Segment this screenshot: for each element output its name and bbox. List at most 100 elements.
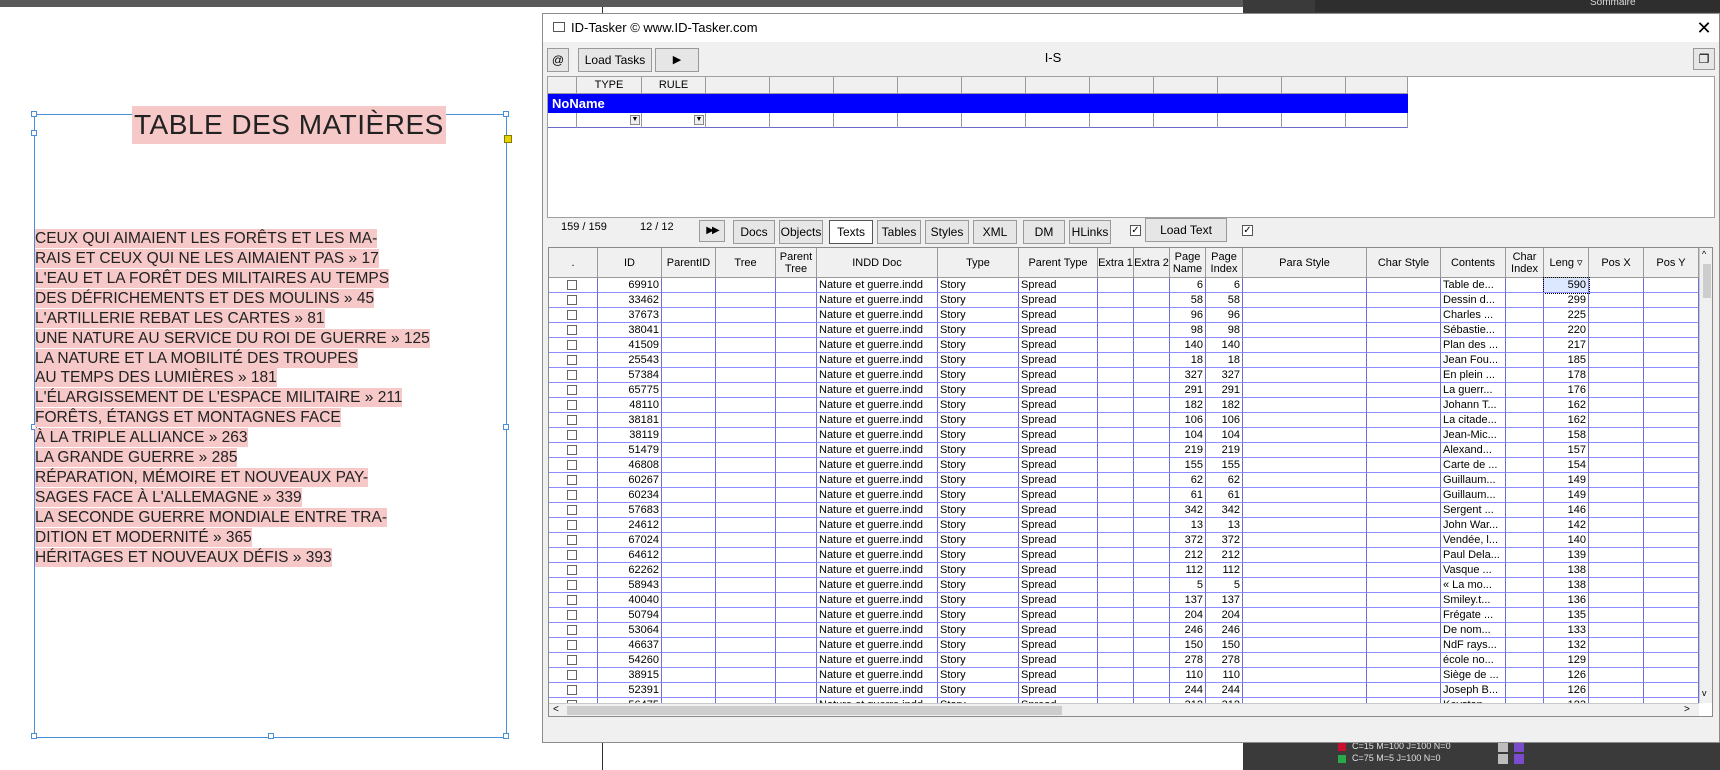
cell-pos-x[interactable] bbox=[1589, 683, 1644, 698]
cell-extra-2[interactable] bbox=[1134, 593, 1170, 608]
cell-parent-type[interactable]: Spread bbox=[1019, 653, 1098, 668]
cell-page-name[interactable]: 6 bbox=[1170, 278, 1206, 293]
cell-indd-doc[interactable]: Nature et guerre.indd bbox=[817, 293, 938, 308]
column-header-id[interactable]: ID bbox=[598, 248, 662, 278]
cell-parent-type[interactable]: Spread bbox=[1019, 383, 1098, 398]
cell-pos-y[interactable] bbox=[1644, 503, 1699, 518]
cell-parentid[interactable] bbox=[662, 293, 716, 308]
cell-char-index[interactable] bbox=[1506, 638, 1544, 653]
cell-parentid[interactable] bbox=[662, 608, 716, 623]
cell-char-index[interactable] bbox=[1506, 323, 1544, 338]
cell-type[interactable]: Story bbox=[938, 548, 1019, 563]
cell-page-name[interactable]: 62 bbox=[1170, 473, 1206, 488]
cell-page-index[interactable]: 291 bbox=[1206, 383, 1243, 398]
cell-indd-doc[interactable]: Nature et guerre.indd bbox=[817, 458, 938, 473]
rules-cell[interactable] bbox=[770, 113, 834, 128]
toc-line[interactable]: HÉRITAGES ET NOUVEAUX DÉFIS » 393 bbox=[35, 548, 332, 567]
column-header-pos-x[interactable]: Pos X bbox=[1589, 248, 1644, 278]
vertical-scrollbar[interactable]: ^ v bbox=[1699, 248, 1712, 703]
cell-page-name[interactable]: 18 bbox=[1170, 353, 1206, 368]
cell-contents[interactable]: Vasque ... bbox=[1441, 563, 1506, 578]
cell-char-style[interactable] bbox=[1367, 413, 1441, 428]
rules-cell[interactable] bbox=[706, 113, 770, 128]
toc-line[interactable]: RAIS ET CEUX QUI NE LES AIMAIENT PAS » 1… bbox=[35, 249, 379, 268]
cell-page-name[interactable]: 98 bbox=[1170, 323, 1206, 338]
cell-page-index[interactable]: 204 bbox=[1206, 608, 1243, 623]
cell-page-name[interactable]: 182 bbox=[1170, 398, 1206, 413]
row-checkbox[interactable] bbox=[567, 355, 577, 365]
cell-pos-y[interactable] bbox=[1644, 353, 1699, 368]
cell-tree[interactable] bbox=[716, 443, 776, 458]
cell-char-style[interactable] bbox=[1367, 578, 1441, 593]
table-row[interactable]: 57683 Nature et guerre.indd Story Spread 342… bbox=[549, 503, 1699, 518]
cell-char-index[interactable] bbox=[1506, 548, 1544, 563]
tab-tables[interactable]: Tables bbox=[877, 220, 921, 244]
cell-tree[interactable] bbox=[716, 593, 776, 608]
row-select[interactable] bbox=[549, 668, 598, 683]
row-select[interactable] bbox=[549, 338, 598, 353]
cell-page-name[interactable]: 140 bbox=[1170, 338, 1206, 353]
cell-para-style[interactable] bbox=[1243, 668, 1367, 683]
cell-length[interactable]: 154 bbox=[1544, 458, 1589, 473]
cell-extra-1[interactable] bbox=[1098, 578, 1134, 593]
cell-pos-y[interactable] bbox=[1644, 473, 1699, 488]
cell-parent-tree[interactable] bbox=[776, 398, 817, 413]
cell-extra-1[interactable] bbox=[1098, 683, 1134, 698]
cell-extra-1[interactable] bbox=[1098, 593, 1134, 608]
cell-parent-tree[interactable] bbox=[776, 293, 817, 308]
cell-page-index[interactable]: 13 bbox=[1206, 518, 1243, 533]
cell-length[interactable]: 142 bbox=[1544, 518, 1589, 533]
cell-indd-doc[interactable]: Nature et guerre.indd bbox=[817, 578, 938, 593]
row-checkbox[interactable] bbox=[567, 610, 577, 620]
cell-page-index[interactable]: 62 bbox=[1206, 473, 1243, 488]
cell-para-style[interactable] bbox=[1243, 473, 1367, 488]
cell-char-index[interactable] bbox=[1506, 308, 1544, 323]
cell-page-index[interactable]: 219 bbox=[1206, 443, 1243, 458]
cell-contents[interactable]: Alexand... bbox=[1441, 443, 1506, 458]
toc-line[interactable]: DES DÉFRICHEMENTS ET DES MOULINS » 45 bbox=[35, 289, 375, 308]
column-header-length[interactable]: Leng ▿ bbox=[1544, 248, 1589, 278]
rule-dropdown[interactable]: ▼ bbox=[642, 113, 706, 128]
cell-type[interactable]: Story bbox=[938, 683, 1019, 698]
column-header-parent-type[interactable]: Parent Type bbox=[1019, 248, 1098, 278]
cell-extra-1[interactable] bbox=[1098, 653, 1134, 668]
cell-pos-x[interactable] bbox=[1589, 623, 1644, 638]
cell-page-name[interactable]: 219 bbox=[1170, 443, 1206, 458]
cell-contents[interactable]: Table de... bbox=[1441, 278, 1506, 293]
row-select[interactable] bbox=[549, 578, 598, 593]
cell-extra-1[interactable] bbox=[1098, 488, 1134, 503]
row-select[interactable] bbox=[549, 458, 598, 473]
cell-extra-2[interactable] bbox=[1134, 338, 1170, 353]
table-row[interactable]: 64612 Nature et guerre.indd Story Spread 212… bbox=[549, 548, 1699, 563]
cell-char-index[interactable] bbox=[1506, 428, 1544, 443]
cell-indd-doc[interactable]: Nature et guerre.indd bbox=[817, 338, 938, 353]
cell-tree[interactable] bbox=[716, 488, 776, 503]
cell-tree[interactable] bbox=[716, 458, 776, 473]
cell-page-name[interactable]: 150 bbox=[1170, 638, 1206, 653]
cell-para-style[interactable] bbox=[1243, 608, 1367, 623]
cell-tree[interactable] bbox=[716, 683, 776, 698]
tab-hlinks[interactable]: HLinks bbox=[1069, 220, 1111, 244]
scroll-down-icon[interactable]: v bbox=[1702, 688, 1707, 698]
cell-parent-tree[interactable] bbox=[776, 653, 817, 668]
row-select[interactable] bbox=[549, 443, 598, 458]
cell-pos-x[interactable] bbox=[1589, 338, 1644, 353]
cell-length[interactable]: 299 bbox=[1544, 293, 1589, 308]
cell-parentid[interactable] bbox=[662, 578, 716, 593]
cell-contents[interactable]: Vendée, l... bbox=[1441, 533, 1506, 548]
cell-page-name[interactable]: 112 bbox=[1170, 563, 1206, 578]
cell-parentid[interactable] bbox=[662, 623, 716, 638]
cell-contents[interactable]: Guillaum... bbox=[1441, 488, 1506, 503]
cell-indd-doc[interactable]: Nature et guerre.indd bbox=[817, 308, 938, 323]
cell-pos-y[interactable] bbox=[1644, 533, 1699, 548]
cell-indd-doc[interactable]: Nature et guerre.indd bbox=[817, 488, 938, 503]
cell-extra-2[interactable] bbox=[1134, 638, 1170, 653]
cell-page-index[interactable]: 61 bbox=[1206, 488, 1243, 503]
cell-parentid[interactable] bbox=[662, 308, 716, 323]
cell-parent-tree[interactable] bbox=[776, 458, 817, 473]
cell-pos-y[interactable] bbox=[1644, 518, 1699, 533]
cell-extra-2[interactable] bbox=[1134, 548, 1170, 563]
cell-para-style[interactable] bbox=[1243, 503, 1367, 518]
cell-type[interactable]: Story bbox=[938, 368, 1019, 383]
cell-char-style[interactable] bbox=[1367, 278, 1441, 293]
